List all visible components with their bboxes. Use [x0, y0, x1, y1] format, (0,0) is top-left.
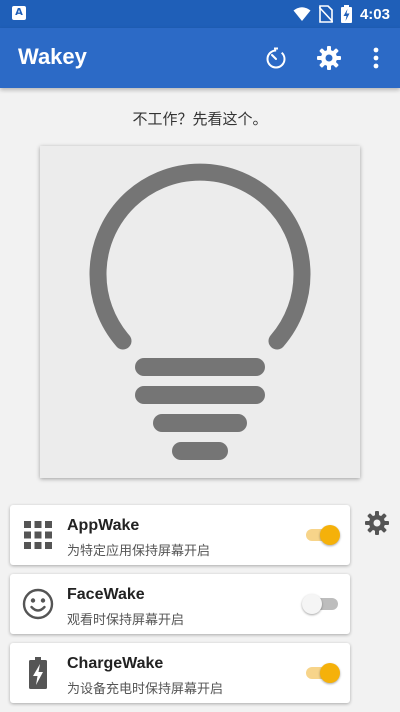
appwake-card[interactable]: AppWake 为特定应用保持屏幕开启	[10, 505, 350, 565]
appwake-switch[interactable]	[302, 523, 342, 547]
card-description: 为特定应用保持屏幕开启	[67, 544, 211, 559]
no-sim-icon	[318, 5, 333, 23]
settings-button[interactable]	[315, 44, 343, 72]
card-title: ChargeWake	[67, 655, 164, 672]
status-time: 4:03	[359, 5, 390, 23]
card-icon	[22, 519, 54, 551]
card-icon	[22, 657, 54, 689]
facewake-switch[interactable]	[302, 592, 342, 616]
status-icons: 4:03	[293, 4, 390, 24]
card-icon	[22, 588, 54, 620]
app-bar: Wakey	[0, 28, 400, 88]
lightbulb-icon	[89, 163, 311, 460]
card-title: FaceWake	[67, 586, 145, 603]
chargewake-switch[interactable]	[302, 661, 342, 685]
card-description: 为设备充电时保持屏幕开启	[67, 682, 224, 697]
battery-charging-icon	[29, 657, 47, 689]
wifi-icon	[293, 7, 311, 21]
card-description: 观看时保持屏幕开启	[67, 613, 185, 628]
more-options-button[interactable]	[362, 44, 390, 72]
appwake-settings-button[interactable]	[364, 510, 392, 538]
settings-icon	[365, 511, 389, 535]
app-notification-icon: A	[12, 6, 26, 20]
apps-grid-icon	[24, 521, 52, 549]
main-wake-toggle[interactable]	[40, 146, 360, 478]
app-title: Wakey	[18, 44, 87, 69]
status-bar: A 4:03	[0, 0, 400, 28]
battery-charging-icon	[340, 5, 352, 23]
settings-icon	[317, 46, 341, 70]
timer-icon	[266, 47, 286, 69]
facewake-card[interactable]: FaceWake 观看时保持屏幕开启	[10, 574, 350, 634]
face-icon	[22, 588, 54, 620]
switch-thumb	[302, 594, 322, 614]
switch-thumb	[320, 525, 340, 545]
help-link[interactable]: 不工作？先看这个。	[0, 108, 400, 129]
switch-thumb	[320, 663, 340, 683]
more-vert-icon	[373, 47, 379, 69]
chargewake-card[interactable]: ChargeWake 为设备充电时保持屏幕开启	[10, 643, 350, 703]
card-title: AppWake	[67, 517, 140, 534]
timer-button[interactable]	[262, 44, 290, 72]
